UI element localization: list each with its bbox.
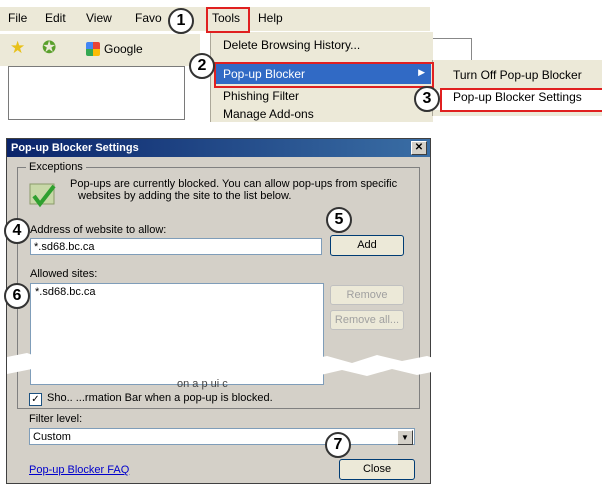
popup-blocker-faq-link[interactable]: Pop-up Blocker FAQ	[29, 464, 129, 476]
menu-manage-addons[interactable]: Manage Add-ons	[223, 107, 314, 121]
highlight-popup-settings	[440, 88, 602, 112]
allowed-sites-label: Allowed sites:	[30, 268, 98, 280]
dialog-titlebar: Pop-up Blocker Settings ✕	[7, 139, 430, 157]
add-button[interactable]: Add	[330, 235, 404, 256]
menu-edit[interactable]: Edit	[45, 11, 66, 25]
address-label: Address of website to allow:	[30, 224, 167, 236]
partial-text: on a p ui c	[177, 378, 228, 390]
remove-all-button[interactable]: Remove all...	[330, 310, 404, 330]
close-button[interactable]: Close	[339, 459, 415, 480]
tab-stub	[432, 38, 472, 62]
menu-favorites[interactable]: Favo	[135, 11, 162, 25]
highlight-tools	[206, 7, 250, 33]
allowed-site-item[interactable]: *.sd68.bc.ca	[35, 286, 96, 298]
dialog-title: Pop-up Blocker Settings	[11, 142, 139, 154]
callout-1: 1	[168, 8, 194, 34]
menu-view[interactable]: View	[86, 11, 112, 25]
chevron-down-icon[interactable]: ▼	[397, 430, 413, 445]
google-label: Google	[104, 42, 143, 56]
info-bar-checkbox[interactable]: ✓	[29, 393, 42, 406]
address-input[interactable]: *.sd68.bc.ca	[30, 238, 322, 255]
filter-level-value: Custom	[33, 431, 71, 443]
callout-2: 2	[189, 53, 215, 79]
google-button[interactable]: Google	[86, 42, 196, 60]
popup-blocker-settings-dialog: Pop-up Blocker Settings ✕ Exceptions Pop…	[6, 138, 437, 484]
menu-file[interactable]: File	[8, 11, 27, 25]
filter-level-select[interactable]: Custom ▼	[29, 428, 415, 445]
menu-help[interactable]: Help	[258, 11, 283, 25]
torn-edge	[7, 353, 437, 377]
favorites-toolbar: ★ ✪ Google	[0, 34, 200, 66]
callout-6: 6	[4, 283, 30, 309]
shield-check-icon	[29, 183, 56, 208]
callout-5: 5	[326, 207, 352, 233]
menu-delete-history[interactable]: Delete Browsing History...	[223, 38, 360, 52]
filter-level-label: Filter level:	[29, 413, 83, 425]
close-icon[interactable]: ✕	[411, 141, 427, 155]
info-text-line1: Pop-ups are currently blocked. You can a…	[70, 178, 398, 190]
favorites-star-icon[interactable]: ★	[10, 38, 25, 58]
callout-4: 4	[4, 218, 30, 244]
browser-window-fragment: File Edit View Favo Tools Help ★ ✪ Googl…	[0, 0, 602, 122]
page-content-area	[8, 66, 185, 120]
exceptions-label: Exceptions	[26, 161, 86, 173]
remove-button[interactable]: Remove	[330, 285, 404, 305]
callout-7: 7	[325, 432, 351, 458]
info-text-line2: websites by adding the site to the list …	[78, 190, 292, 202]
info-bar-checkbox-label: Sho.. ...rmation Bar when a pop-up is bl…	[47, 392, 273, 404]
menu-phishing-filter[interactable]: Phishing Filter	[223, 89, 299, 103]
google-logo-icon	[86, 42, 100, 56]
highlight-popup-blocker	[214, 62, 434, 88]
callout-3: 3	[414, 86, 440, 112]
menu-turn-off-popup-blocker[interactable]: Turn Off Pop-up Blocker	[453, 68, 582, 82]
add-favorites-icon[interactable]: ✪	[42, 38, 56, 58]
